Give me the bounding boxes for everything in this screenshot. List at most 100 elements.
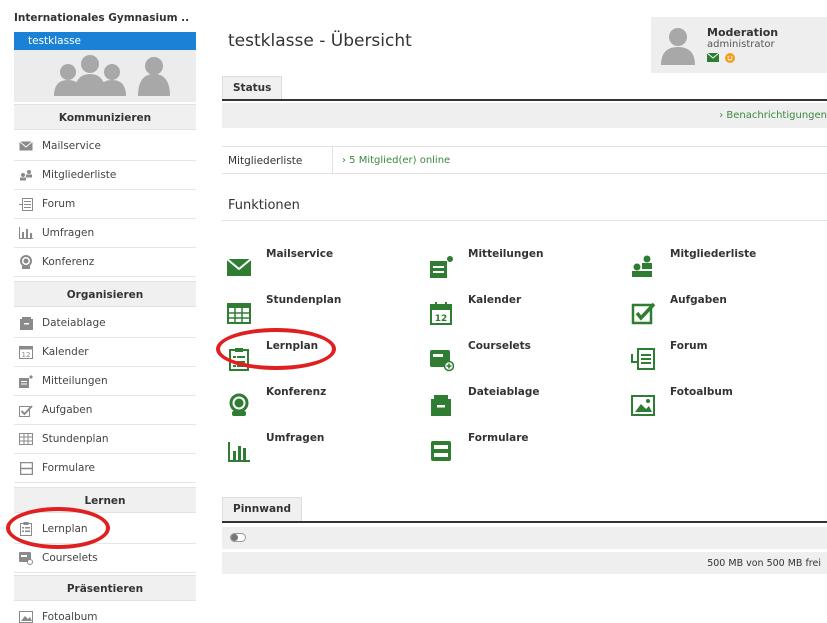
sidebar-item-aufgaben[interactable]: Aufgaben — [14, 396, 196, 425]
sidebar-item-lernplan[interactable]: Lernplan — [14, 515, 196, 544]
divider — [222, 220, 827, 221]
funktionen-title: Funktionen — [228, 198, 300, 213]
courselets-icon — [18, 550, 34, 566]
storage-strip: 500 MB von 500 MB frei — [222, 552, 827, 574]
moderation-actions — [707, 53, 735, 63]
tab-pinnwand[interactable]: Pinnwand — [222, 497, 303, 521]
chart-icon — [18, 225, 34, 241]
mail-icon — [18, 138, 34, 154]
timetable-icon — [227, 303, 251, 324]
function-label: Aufgaben — [670, 294, 727, 306]
function-label: Dateiablage — [468, 386, 540, 398]
members-icon — [18, 167, 34, 183]
page-title: testklasse - Übersicht — [228, 31, 412, 51]
function-forum[interactable]: Forum — [626, 340, 816, 384]
sidebar-item-label: Stundenplan — [42, 433, 109, 445]
sidebar-item-mitteilungen[interactable]: Mitteilungen — [14, 367, 196, 396]
sidebar-item-label: Mailservice — [42, 140, 101, 152]
timetable-icon — [18, 431, 34, 447]
sidebar-item-kalender[interactable]: 12 Kalender — [14, 338, 196, 367]
checkbox-icon — [18, 402, 34, 418]
sidebar-item-fotoalbum[interactable]: Fotoalbum — [14, 603, 196, 623]
group-avatar — [14, 50, 196, 102]
school-name[interactable]: Internationales Gymnasium .. — [14, 12, 189, 24]
sidebar-item-courselets[interactable]: Courselets — [14, 544, 196, 573]
sidebar-item-dateiablage[interactable]: Dateiablage — [14, 309, 196, 338]
sidebar-item-stundenplan[interactable]: Stundenplan — [14, 425, 196, 454]
function-label: Stundenplan — [266, 294, 342, 306]
function-label: Mitteilungen — [468, 248, 544, 260]
sidebar-item-konferenz[interactable]: Konferenz — [14, 248, 196, 277]
function-mitgliederliste[interactable]: Mitgliederliste — [626, 248, 816, 292]
function-aufgaben[interactable]: Aufgaben — [626, 294, 816, 338]
function-label: Lernplan — [266, 340, 319, 352]
sidebar-item-label: Konferenz — [42, 256, 95, 268]
sidebar-item-forum[interactable]: Forum — [14, 190, 196, 219]
section-kommunizieren: Kommunizieren — [14, 104, 196, 130]
function-kalender[interactable]: 12 Kalender — [424, 294, 614, 338]
status-tabbar: Status — [222, 76, 827, 101]
note-icon — [18, 373, 34, 389]
function-mitteilungen[interactable]: Mitteilungen — [424, 248, 614, 292]
form-icon — [431, 441, 451, 461]
function-konferenz[interactable]: Konferenz — [222, 386, 412, 430]
function-umfragen[interactable]: Umfragen — [222, 432, 412, 476]
section-organisieren: Organisieren — [14, 281, 196, 307]
mitgliederliste-row: Mitgliederliste › 5 Mitglied(er) online — [222, 146, 827, 174]
checkbox-icon — [631, 302, 656, 325]
function-label: Kalender — [468, 294, 522, 306]
headset-icon — [18, 254, 34, 270]
courselets-icon — [430, 350, 454, 372]
row-divider — [332, 147, 333, 173]
sidebar: Internationales Gymnasium .. testklasse … — [0, 0, 196, 623]
chart-icon — [228, 442, 250, 462]
sidebar-item-label: Aufgaben — [42, 404, 93, 416]
function-stundenplan[interactable]: Stundenplan — [222, 294, 412, 338]
function-formulare[interactable]: Formulare — [424, 432, 614, 476]
svg-text:12: 12 — [22, 351, 31, 359]
user-avatar-icon — [661, 28, 695, 65]
forum-icon — [631, 348, 655, 370]
sidebar-item-label: Fotoalbum — [42, 611, 98, 623]
moderation-card: Moderation administrator — [651, 17, 827, 73]
benachrichtigungen-link[interactable]: › Benachrichtigungen — [719, 110, 827, 121]
members-online-link[interactable]: › 5 Mitglied(er) online — [342, 155, 450, 166]
function-mailservice[interactable]: Mailservice — [222, 248, 412, 292]
mail-icon — [226, 258, 252, 276]
function-label: Formulare — [468, 432, 529, 444]
group-avatar-icon — [54, 55, 170, 96]
message-icon[interactable] — [707, 53, 719, 62]
sidebar-item-label: Courselets — [42, 552, 98, 564]
function-label: Forum — [670, 340, 708, 352]
sidebar-item-label: Kalender — [42, 346, 89, 358]
section-praesentieren: Präsentieren — [14, 575, 196, 601]
headset-icon — [229, 393, 249, 416]
moderation-title: Moderation — [707, 26, 779, 39]
sidebar-item-formulare[interactable]: Formulare — [14, 454, 196, 483]
sidebar-item-label: Forum — [42, 198, 76, 210]
function-fotoalbum[interactable]: Fotoalbum — [626, 386, 816, 430]
function-dateiablage[interactable]: Dateiablage — [424, 386, 614, 430]
tab-status[interactable]: Status — [222, 76, 283, 99]
storage-info: 500 MB von 500 MB frei — [707, 558, 821, 569]
main-content: testklasse - Übersicht Moderation admini… — [216, 0, 827, 623]
file-cabinet-icon — [431, 395, 451, 416]
section-lernen: Lernen — [14, 487, 196, 513]
function-label: Courselets — [468, 340, 531, 352]
sidebar-item-label: Formulare — [42, 462, 96, 474]
sidebar-item-mitgliederliste[interactable]: Mitgliederliste — [14, 161, 196, 190]
sidebar-item-umfragen[interactable]: Umfragen — [14, 219, 196, 248]
function-lernplan[interactable]: Lernplan — [222, 340, 412, 384]
status-smiley-icon[interactable] — [725, 53, 735, 63]
pinnwand-tabbar-line — [222, 521, 827, 523]
pinnwand-toggle[interactable] — [230, 533, 246, 542]
lernplan-icon — [18, 521, 34, 537]
class-name[interactable]: testklasse — [14, 32, 196, 50]
sidebar-item-label: Mitteilungen — [42, 375, 108, 387]
function-courselets[interactable]: Courselets — [424, 340, 614, 384]
sidebar-item-mailservice[interactable]: Mailservice — [14, 132, 196, 161]
lernplan-icon — [229, 348, 249, 371]
moderation-role: administrator — [707, 39, 775, 50]
function-label: Konferenz — [266, 386, 327, 398]
sidebar-item-label: Mitgliederliste — [42, 169, 117, 181]
